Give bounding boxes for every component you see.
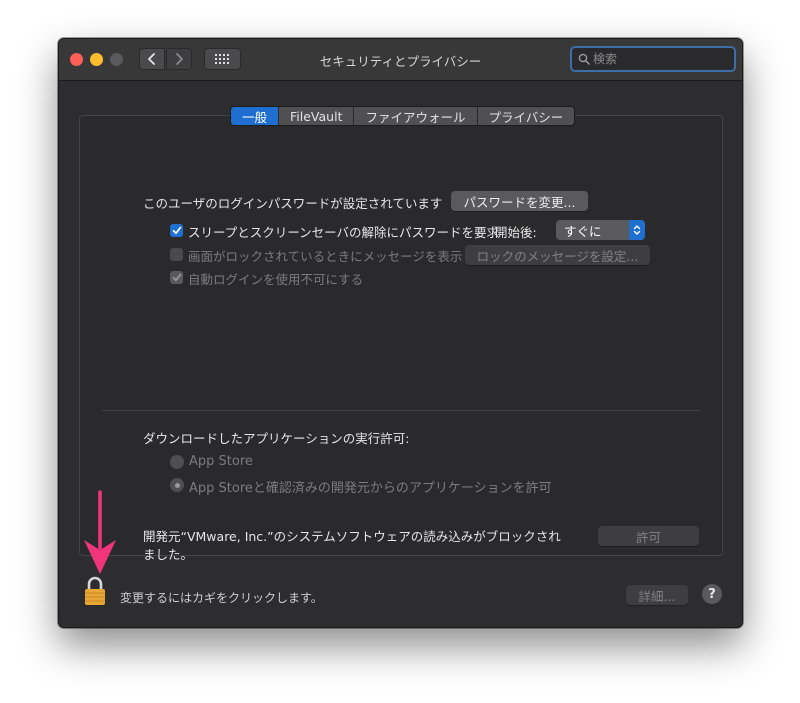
blocked-message-line1: 開発元“VMware, Inc.”のシステムソフトウェアの読み込みがブロックされ [143, 529, 561, 544]
password-set-text: このユーザのログインパスワードが設定されています [143, 196, 443, 211]
tab-firewall[interactable]: ファイアウォール [353, 107, 477, 125]
start-after-select[interactable]: すぐに [556, 220, 645, 240]
content-panel: このユーザのログインパスワードが設定されています パスワードを変更... スリー… [79, 115, 723, 562]
preferences-window: セキュリティとプライバシー このユーザのログインパスワードが設定されています パ… [58, 38, 743, 628]
title-bar: セキュリティとプライバシー [59, 39, 742, 81]
select-arrows-icon [629, 220, 645, 240]
start-after-value: すぐに [564, 223, 602, 239]
annotation-arrow-icon [84, 490, 116, 574]
radio-dot [174, 482, 180, 488]
search-icon [578, 53, 590, 65]
section-divider [102, 410, 700, 411]
set-lock-message-button[interactable]: ロックのメッセージを設定... [465, 245, 650, 265]
tab-filevault[interactable]: FileVault [278, 107, 354, 125]
change-password-button[interactable]: パスワードを変更... [451, 191, 588, 211]
lock-button[interactable] [83, 576, 107, 610]
search-input[interactable] [593, 52, 723, 66]
radio-identified-developers[interactable] [170, 478, 184, 492]
require-password-checkbox[interactable] [170, 224, 183, 237]
radio-app-store[interactable] [170, 455, 184, 469]
allow-button[interactable]: 許可 [598, 526, 699, 546]
search-field[interactable] [570, 46, 736, 72]
lock-hint-text: 変更するにはカギをクリックします。 [120, 591, 323, 605]
blocked-message-line2: ました。 [143, 547, 194, 562]
radio-identified-developers-label: App Storeと確認済みの開発元からのアプリケーションを許可 [189, 481, 552, 496]
tab-general[interactable]: 一般 [231, 107, 279, 125]
disable-autologin-checkbox[interactable] [170, 271, 183, 284]
lock-icon [85, 576, 105, 605]
disable-autologin-label: 自動ログインを使用不可にする [188, 272, 364, 287]
require-password-label: スリープとスクリーンセーバの解除にパスワードを要求 [188, 225, 500, 240]
checkmark-icon [172, 273, 181, 282]
tab-bar: 一般 FileVault ファイアウォール プライバシー [230, 106, 576, 126]
downloads-heading: ダウンロードしたアプリケーションの実行許可: [143, 431, 410, 446]
show-message-label: 画面がロックされているときにメッセージを表示 [188, 249, 463, 264]
show-message-checkbox[interactable] [170, 248, 183, 261]
checkmark-icon [172, 226, 181, 235]
details-button[interactable]: 詳細... [626, 585, 688, 605]
radio-app-store-label: App Store [189, 454, 253, 469]
tab-privacy[interactable]: プライバシー [476, 107, 575, 125]
help-button[interactable]: ? [702, 584, 722, 604]
start-after-label: 開始後: [495, 225, 537, 240]
